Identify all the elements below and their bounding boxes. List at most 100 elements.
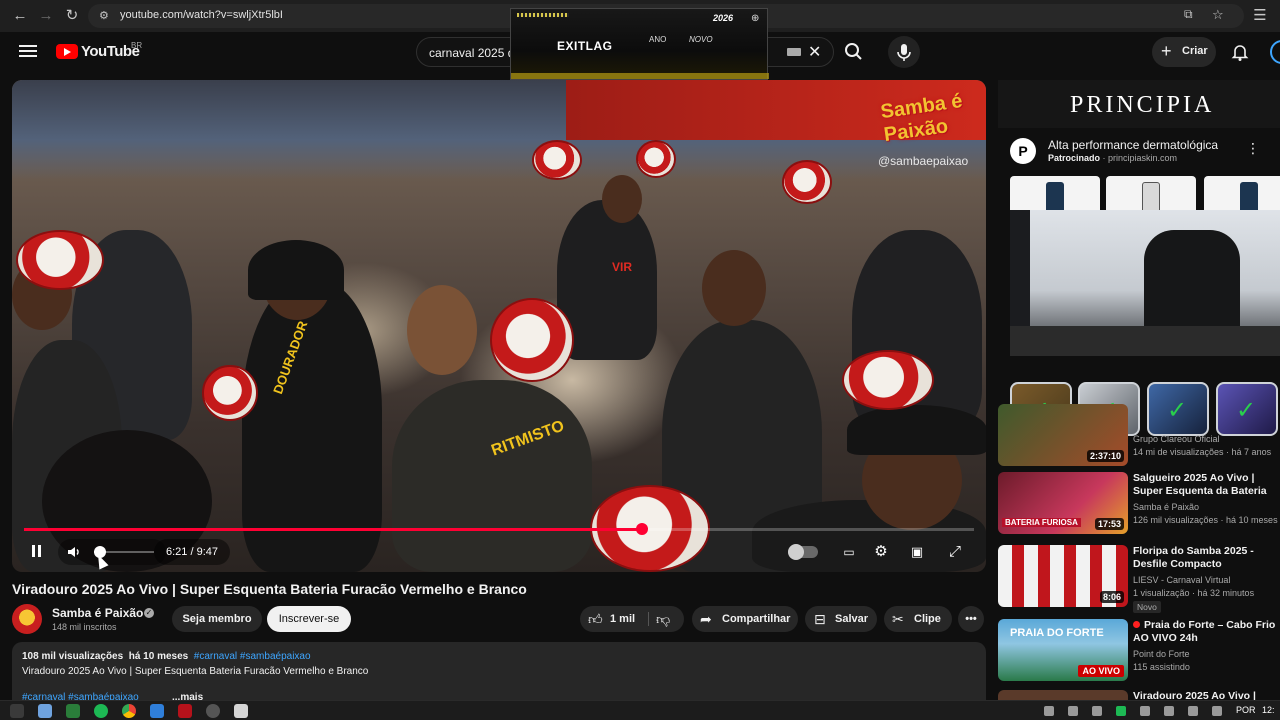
voice-search-button[interactable] <box>888 36 920 68</box>
person-cap <box>248 240 344 300</box>
recommendation-thumbnail[interactable] <box>998 690 1128 700</box>
channel-name[interactable]: Samba é Paixão <box>52 606 143 620</box>
ad-product-image[interactable] <box>1010 176 1100 212</box>
clear-search-icon[interactable]: ✕ <box>808 42 821 62</box>
view-count: 108 mil visualizações <box>22 651 124 662</box>
search-button[interactable] <box>834 37 874 67</box>
dislike-icon[interactable]: 👎︎ <box>656 606 670 632</box>
recommendation-thumbnail[interactable]: BATERIA FURIOSA 17:53 <box>998 472 1128 534</box>
drum <box>490 298 574 382</box>
chrome-icon[interactable] <box>122 704 136 718</box>
clip-button[interactable]: ✂ Clipe <box>884 606 952 632</box>
recommendation-thumbnail[interactable]: 2:37:10 <box>998 404 1128 466</box>
more-actions-button[interactable]: ••• <box>958 606 984 632</box>
hamburger-menu-icon[interactable] <box>18 42 38 62</box>
notifications-bell-icon[interactable] <box>1230 42 1250 62</box>
back-arrow-icon[interactable]: ← <box>10 6 30 26</box>
drum <box>16 230 104 290</box>
app-icon[interactable] <box>66 704 80 718</box>
hashtags[interactable]: #carnaval #sambaépaixao <box>194 651 311 662</box>
recommendation-channel[interactable]: Samba é Paixão <box>1133 502 1199 512</box>
recommendation-title[interactable]: Praia do Forte – Cabo Frio AO VIVO 24h <box>1133 619 1280 645</box>
recommendation-thumbnail[interactable]: 8:06 <box>998 545 1128 607</box>
recommendation-channel[interactable]: Point do Forte <box>1133 649 1190 659</box>
windows-taskbar: POR 12: <box>0 700 1280 720</box>
recommendation-title[interactable]: Floripa do Samba 2025 - Desfile Compacto <box>1133 545 1280 571</box>
create-button[interactable]: + Criar <box>1152 37 1216 67</box>
bookmark-star-icon[interactable]: ☆ <box>1212 7 1224 23</box>
install-app-icon[interactable]: ⧉ <box>1184 7 1193 22</box>
app-icon[interactable] <box>206 704 220 718</box>
recommendation-item[interactable]: PRAIA DO FORTE AO VIVO Praia do Forte – … <box>998 619 1280 683</box>
app-icon[interactable] <box>150 704 164 718</box>
drum <box>782 160 832 204</box>
progress-bar[interactable] <box>24 523 974 535</box>
recommendation-item[interactable]: Viradouro 2025 Ao Vivo | <box>998 690 1280 700</box>
site-info-icon[interactable]: ⚙ <box>99 9 109 22</box>
app-icon[interactable] <box>234 704 248 718</box>
spotify-icon[interactable] <box>94 704 108 718</box>
recommendation-title[interactable]: Viradouro 2025 Ao Vivo | <box>1133 690 1280 700</box>
tray-icon[interactable] <box>1188 706 1198 716</box>
ad-sponsor-line: Patrocinado · principiaskin.com <box>1048 153 1178 163</box>
input-language[interactable]: POR <box>1236 705 1256 715</box>
reload-icon[interactable]: ↻ <box>62 6 82 26</box>
channel-avatar[interactable] <box>12 604 42 634</box>
tray-icon[interactable] <box>1140 706 1150 716</box>
recommendation-stats: 115 assistindo <box>1133 662 1190 672</box>
tray-icon[interactable] <box>1116 706 1126 716</box>
like-icon[interactable]: 👍︎ <box>588 606 603 632</box>
recommendation-item[interactable]: BATERIA FURIOSA 17:53 Salgueiro 2025 Ao … <box>998 472 1280 536</box>
recommendation-item[interactable]: 2:37:10 Grupo Clareou Oficial 14 mi de v… <box>998 404 1280 468</box>
app-icon[interactable] <box>178 704 192 718</box>
volume-control[interactable] <box>58 539 166 565</box>
subscribe-button[interactable]: Inscrever-se <box>267 606 351 632</box>
share-button[interactable]: ➦ Compartilhar <box>692 606 798 632</box>
save-button[interactable]: ⊟ Salvar <box>805 606 877 632</box>
taskbar-clock[interactable]: 12: <box>1262 705 1275 715</box>
ad-title[interactable]: Alta performance dermatológica <box>1048 138 1218 152</box>
keyboard-icon[interactable] <box>787 48 801 56</box>
exitlag-overlay-ad[interactable]: EXITLAG ANO NOVO 2026 ⊕ <box>510 8 769 80</box>
ad-glow <box>511 73 769 79</box>
subscriber-count: 148 mil inscritos <box>52 622 117 632</box>
autoplay-toggle[interactable] <box>788 544 818 560</box>
recommendation-thumbnail[interactable]: PRAIA DO FORTE AO VIVO <box>998 619 1128 681</box>
webcam-overlay <box>1010 210 1280 356</box>
avatar[interactable] <box>1270 40 1280 64</box>
progress-scrubber[interactable] <box>635 523 648 535</box>
theater-mode-icon[interactable]: ▣ <box>904 539 930 565</box>
ad-settings-icon[interactable]: ⊕ <box>751 13 759 24</box>
ad-product-image[interactable] <box>1106 176 1196 212</box>
video-duration: 17:53 <box>1094 518 1124 530</box>
ad-product-image[interactable] <box>1204 176 1280 212</box>
tray-icon[interactable] <box>1068 706 1078 716</box>
ad-banner[interactable]: PRINCIPIA <box>998 80 1280 128</box>
volume-icon[interactable] <box>66 544 82 560</box>
ad-menu-icon[interactable]: ⋮ <box>1246 140 1260 157</box>
tray-icon[interactable] <box>1044 706 1054 716</box>
tray-icon[interactable] <box>1164 706 1174 716</box>
join-button[interactable]: Seja membro <box>172 606 262 632</box>
windows-icon[interactable] <box>38 704 52 718</box>
pause-button[interactable] <box>24 539 48 565</box>
fullscreen-icon[interactable]: ⤢ <box>942 539 968 565</box>
recommendation-channel[interactable]: Grupo Clareou Oficial <box>1133 434 1220 444</box>
tray-icon[interactable] <box>1212 706 1222 716</box>
recommendation-channel[interactable]: LIESV - Carnaval Virtual <box>1133 575 1230 585</box>
like-count[interactable]: 1 mil <box>610 606 635 632</box>
like-dislike-group: 👍︎ 1 mil 👎︎ <box>580 606 684 632</box>
recommendation-title[interactable]: Salgueiro 2025 Ao Vivo | Super Esquenta … <box>1133 472 1280 498</box>
ad-brand-avatar[interactable]: P <box>1010 138 1036 164</box>
recommendation-item[interactable]: 8:06 Floripa do Samba 2025 - Desfile Com… <box>998 545 1280 613</box>
video-player[interactable]: RITMISTO DOURADOR VIR Samba é Paixão @sa… <box>12 80 986 572</box>
forward-arrow-icon[interactable]: → <box>36 6 56 26</box>
settings-gear-icon[interactable]: ⚙ <box>868 539 894 565</box>
youtube-logo-icon[interactable] <box>56 44 78 59</box>
start-icon[interactable] <box>10 704 24 718</box>
subtitles-icon[interactable]: ▭ <box>836 539 862 565</box>
browser-menu-icon[interactable]: ☰ <box>1250 6 1270 26</box>
tray-icon[interactable] <box>1092 706 1102 716</box>
drummer-figure <box>392 380 592 572</box>
microphone-icon <box>897 44 911 61</box>
